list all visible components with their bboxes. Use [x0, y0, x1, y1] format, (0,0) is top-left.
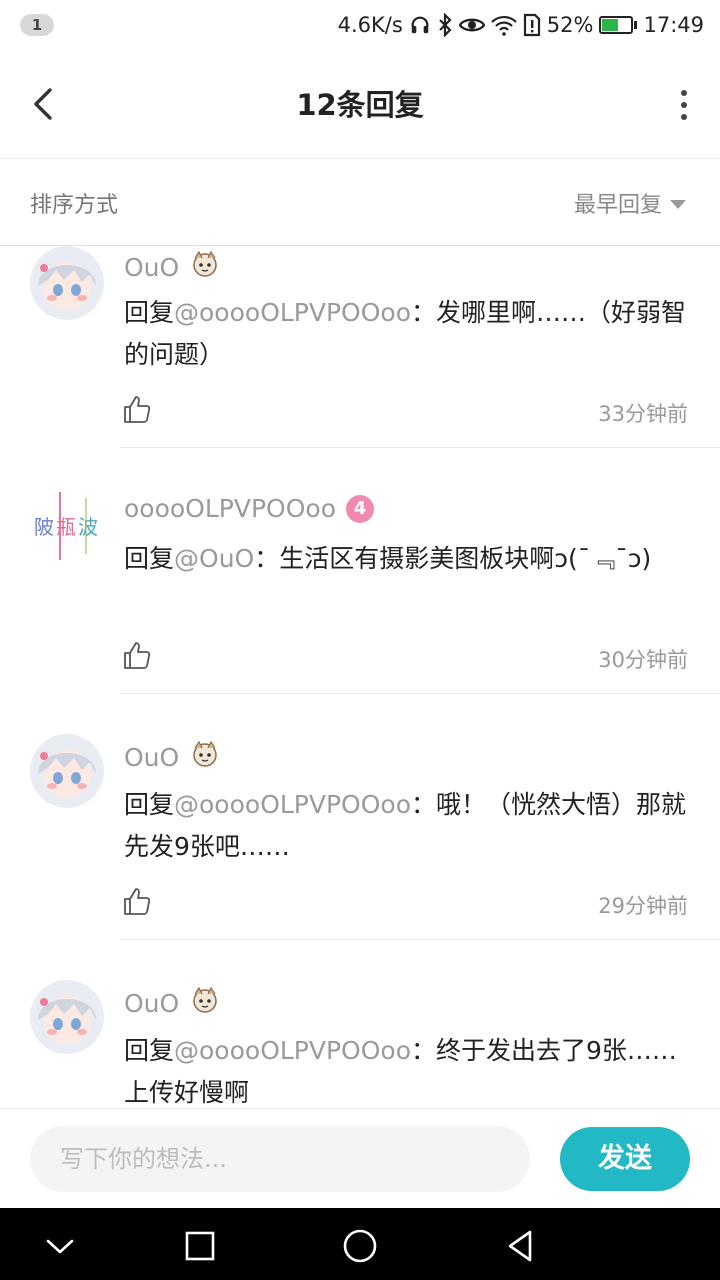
sort-label: 排序方式 — [30, 193, 119, 218]
wifi-icon — [491, 14, 517, 36]
triangle-back-icon — [508, 1230, 532, 1262]
reply-item: 陂瓶波 ooooOLPVPOOoo 4 回复@OuO：生活区有摄影美图板块啊ↄ(… — [0, 448, 720, 694]
username[interactable]: OuO — [124, 253, 179, 282]
clock: 17:49 — [643, 13, 704, 37]
username-row: OuO — [124, 984, 221, 1022]
user-level-badge: 4 — [346, 494, 374, 523]
username-row: OuO — [124, 248, 221, 286]
username[interactable]: OuO — [124, 743, 179, 772]
sim-alert-icon — [523, 13, 541, 37]
network-speed: 4.6K/s — [337, 13, 403, 37]
comment-input[interactable] — [30, 1126, 530, 1192]
nav-recents-button[interactable] — [180, 1226, 220, 1266]
username-row: OuO — [124, 738, 221, 776]
mention-link[interactable]: @ooooOLPVPOOoo — [174, 790, 411, 819]
system-nav-bar — [0, 1208, 720, 1280]
nav-home-button[interactable] — [340, 1226, 380, 1266]
comment-input-bar: 发送 — [0, 1108, 720, 1209]
username[interactable]: OuO — [124, 989, 179, 1018]
reply-time: 33分钟前 — [598, 402, 688, 426]
battery-icon — [599, 16, 638, 34]
more-options-button[interactable] — [678, 88, 690, 122]
like-button[interactable] — [122, 886, 152, 916]
mention-link[interactable]: @OuO — [174, 544, 254, 573]
mascot-badge-icon — [189, 248, 221, 286]
user-avatar[interactable] — [30, 246, 104, 320]
notification-count-badge: 1 — [20, 14, 54, 36]
reply-prefix: 回复 — [124, 544, 175, 573]
sort-bar: 排序方式 最早回复 — [0, 159, 720, 246]
reply-prefix: 回复 — [124, 1036, 175, 1065]
mascot-badge-icon — [189, 984, 221, 1022]
dropdown-triangle-icon — [670, 199, 686, 209]
sort-order-dropdown[interactable]: 最早回复 — [574, 187, 686, 219]
page-title: 12条回复 — [296, 88, 424, 122]
reply-item: OuO 回复@ooooOLPVPOOoo：终于发出去了9张……上传好慢啊 — [0, 940, 720, 1108]
thumbs-up-icon — [124, 888, 151, 915]
circle-icon — [343, 1229, 377, 1263]
user-avatar[interactable] — [30, 980, 104, 1054]
send-button[interactable]: 发送 — [560, 1127, 690, 1191]
reply-text: 回复@OuO：生活区有摄影美图板块啊ↄ(¯﹃¯ↄ) — [124, 538, 692, 580]
mascot-badge-icon — [189, 738, 221, 776]
svg-text:陂: 陂 — [34, 515, 54, 539]
thumbs-up-icon — [124, 642, 151, 669]
square-icon — [185, 1231, 215, 1261]
user-avatar[interactable] — [30, 734, 104, 808]
eye-icon — [458, 15, 485, 35]
nav-back-button[interactable] — [500, 1226, 540, 1266]
sort-selected-value: 最早回复 — [573, 193, 662, 218]
user-avatar[interactable]: 陂瓶波 — [30, 488, 104, 562]
reply-prefix: 回复 — [124, 790, 175, 819]
nav-hide-button[interactable] — [40, 1226, 80, 1266]
more-vertical-icon — [681, 90, 687, 120]
svg-text:波: 波 — [78, 515, 98, 539]
reply-time: 30分钟前 — [598, 648, 688, 672]
headphones-icon — [409, 14, 431, 36]
status-icons: 4.6K/s 52% 17:49 — [338, 10, 704, 40]
like-button[interactable] — [122, 640, 152, 670]
chevron-down-icon — [46, 1239, 74, 1254]
username[interactable]: ooooOLPVPOOoo — [124, 494, 336, 523]
username-row: ooooOLPVPOOoo 4 — [124, 494, 374, 523]
like-button[interactable] — [122, 394, 152, 424]
svg-text:瓶: 瓶 — [56, 515, 76, 539]
battery-fill — [602, 19, 619, 31]
mention-link[interactable]: @ooooOLPVPOOoo — [174, 298, 411, 327]
reply-list[interactable]: OuO 回复@ooooOLPVPOOoo：发哪里啊……（好弱智的问题） 33分钟… — [0, 246, 720, 1108]
status-bar: 1 4.6K/s 52% 17:49 — [0, 0, 720, 50]
reply-text: 回复@ooooOLPVPOOoo：哦！（恍然大悟）那就先发9张吧…… — [124, 784, 692, 868]
reply-item: OuO 回复@ooooOLPVPOOoo：发哪里啊……（好弱智的问题） 33分钟… — [0, 246, 720, 448]
reply-text: 回复@ooooOLPVPOOoo：发哪里啊……（好弱智的问题） — [124, 292, 692, 376]
reply-item: OuO 回复@ooooOLPVPOOoo：哦！（恍然大悟）那就先发9张吧…… 2… — [0, 694, 720, 940]
battery-percent: 52% — [546, 13, 594, 37]
bluetooth-icon — [437, 13, 453, 37]
reply-body: ：生活区有摄影美图板块啊ↄ(¯﹃¯ↄ) — [254, 544, 652, 573]
reply-time: 29分钟前 — [598, 894, 688, 918]
reply-prefix: 回复 — [124, 298, 175, 327]
reply-text: 回复@ooooOLPVPOOoo：终于发出去了9张……上传好慢啊 — [124, 1030, 692, 1108]
title-bar: 12条回复 — [0, 50, 720, 159]
thumbs-up-icon — [124, 396, 151, 423]
mention-link[interactable]: @ooooOLPVPOOoo — [174, 1036, 411, 1065]
